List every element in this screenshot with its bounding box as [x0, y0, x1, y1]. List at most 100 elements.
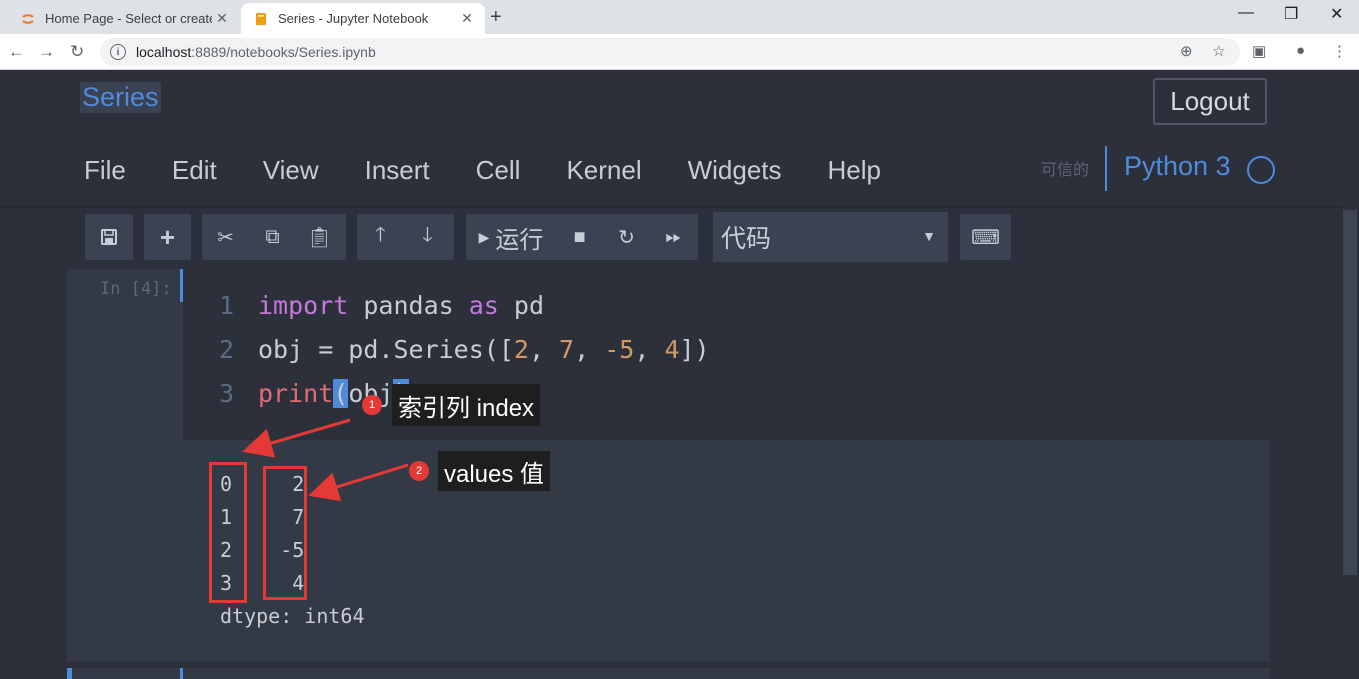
move-button-group: 🡑 🡓: [357, 214, 454, 260]
line-number: 2: [218, 335, 234, 364]
minimize-icon[interactable]: —: [1238, 4, 1254, 22]
arrow-down-icon: 🡓: [422, 224, 433, 246]
menu-view[interactable]: View: [263, 155, 319, 186]
browser-tab-series[interactable]: Series - Jupyter Notebook ✕: [241, 3, 485, 34]
forward-icon[interactable]: →: [38, 42, 55, 62]
keyboard-icon: ⌨: [971, 226, 1000, 249]
paste-button[interactable]: 📋︎: [296, 214, 343, 260]
jupyter-logo-icon: [20, 11, 36, 27]
next-cell[interactable]: [67, 668, 1270, 679]
values-highlight-box: [263, 466, 307, 600]
info-icon[interactable]: i: [110, 44, 126, 60]
browser-tab-bar: Home Page - Select or create a ✕ Series …: [0, 0, 1359, 34]
scrollbar-thumb[interactable]: [1343, 210, 1357, 575]
tab-title: Series - Jupyter Notebook: [278, 11, 429, 26]
notebook-title[interactable]: Series: [80, 82, 161, 113]
url-host: localhost: [136, 44, 192, 60]
restart-run-all-button[interactable]: ⏩︎: [650, 214, 697, 260]
extension-icon[interactable]: ▣: [1252, 42, 1266, 60]
copy-button[interactable]: ⧉: [249, 214, 296, 260]
module-name: pandas: [348, 291, 469, 320]
number: 4: [664, 335, 680, 364]
close-window-icon[interactable]: ✕: [1330, 4, 1343, 24]
url-input[interactable]: i localhost:8889/notebooks/Series.ipynb: [100, 38, 1240, 66]
code-text: ,: [634, 335, 665, 364]
keyword: import: [258, 291, 349, 320]
annotation-badge: 1: [362, 395, 382, 415]
number: 7: [559, 335, 575, 364]
annotation-label-values: values 值: [438, 451, 551, 491]
scissors-icon: ✂: [217, 226, 234, 249]
zoom-icon[interactable]: ⊕: [1180, 42, 1193, 60]
save-button[interactable]: [85, 214, 133, 260]
number: 2: [513, 335, 529, 364]
code-line: 2 obj = pd.Series([2, 7, -5, 4]): [200, 332, 710, 368]
move-up-button[interactable]: 🡑: [357, 214, 404, 260]
cell-prompt: In [4]:: [100, 279, 172, 299]
code-text: ,: [528, 335, 560, 364]
restart-icon: ↻: [618, 226, 635, 249]
cell-type-value: 代码: [721, 225, 772, 253]
notebook-icon: [253, 11, 269, 27]
menu-bar: File Edit View Insert Cell Kernel Widget…: [84, 155, 927, 186]
more-menu-icon[interactable]: ⋮: [1332, 42, 1347, 60]
code-line: 1 import pandas as pd: [200, 288, 544, 324]
menu-file[interactable]: File: [84, 155, 126, 186]
back-icon[interactable]: ←: [8, 42, 25, 62]
command-palette-button[interactable]: ⌨: [960, 214, 1011, 260]
menu-kernel[interactable]: Kernel: [566, 155, 641, 186]
maximize-icon[interactable]: ❐: [1284, 4, 1298, 24]
line-number: 1: [218, 291, 234, 320]
annotation-label-index: 索引列 index: [392, 384, 541, 426]
trusted-indicator[interactable]: 可信的: [1041, 156, 1089, 180]
plus-icon: +: [159, 221, 176, 252]
close-icon[interactable]: ✕: [212, 10, 232, 27]
close-icon[interactable]: ✕: [457, 10, 477, 27]
alias: pd: [498, 291, 544, 320]
menu-insert[interactable]: Insert: [365, 155, 430, 186]
tab-title: Home Page - Select or create a: [45, 11, 212, 26]
paste-icon: 📋︎: [306, 226, 333, 249]
header-divider: [0, 206, 1345, 208]
address-bar: ← → ↻ i localhost:8889/notebooks/Series.…: [0, 34, 1359, 70]
copy-icon: ⧉: [265, 225, 280, 248]
output-line: dtype: int64: [220, 604, 365, 628]
bookmark-star-icon[interactable]: ☆: [1212, 42, 1225, 60]
menu-cell[interactable]: Cell: [476, 155, 521, 186]
run-button[interactable]: ▶ 运行: [466, 214, 556, 260]
profile-icon[interactable]: ●: [1296, 42, 1305, 59]
move-down-button[interactable]: 🡓: [404, 214, 451, 260]
url-path: :8889/notebooks/Series.ipynb: [191, 44, 376, 60]
restart-button[interactable]: ↻: [603, 214, 650, 260]
interrupt-button[interactable]: ■: [556, 214, 603, 260]
kernel-separator: [1105, 146, 1107, 191]
code-text: ,: [574, 335, 605, 364]
cut-button[interactable]: ✂: [202, 214, 249, 260]
next-cell-edge: [67, 668, 72, 679]
play-icon: ▶: [478, 228, 490, 245]
run-button-group: ▶ 运行 ■ ↻ ⏩︎: [466, 214, 698, 260]
line-number: 3: [218, 379, 234, 408]
menu-widgets[interactable]: Widgets: [688, 155, 782, 186]
insert-cell-button[interactable]: +: [144, 214, 191, 260]
caret-down-icon: ▼: [922, 228, 936, 244]
run-label: 运行: [495, 226, 544, 254]
matched-bracket: (: [333, 379, 349, 408]
browser-tab-home[interactable]: Home Page - Select or create a ✕: [8, 3, 240, 34]
new-tab-button[interactable]: +: [490, 6, 502, 29]
code-text: ]): [679, 335, 710, 364]
cell-type-select[interactable]: 代码 ▼: [713, 212, 948, 262]
reload-icon[interactable]: ↻: [70, 42, 84, 62]
menu-help[interactable]: Help: [828, 155, 881, 186]
index-highlight-box: [209, 462, 247, 603]
function-name: print: [258, 379, 334, 408]
kernel-name[interactable]: Python 3: [1124, 151, 1231, 182]
fast-forward-icon: ⏩︎: [665, 225, 682, 248]
stop-icon: ■: [573, 225, 586, 248]
arrow-up-icon: 🡑: [375, 224, 386, 246]
logout-button[interactable]: Logout: [1153, 78, 1267, 125]
keyword: as: [468, 291, 499, 320]
kernel-idle-icon: [1247, 156, 1275, 184]
menu-edit[interactable]: Edit: [172, 155, 217, 186]
annotation-badge: 2: [409, 461, 429, 481]
